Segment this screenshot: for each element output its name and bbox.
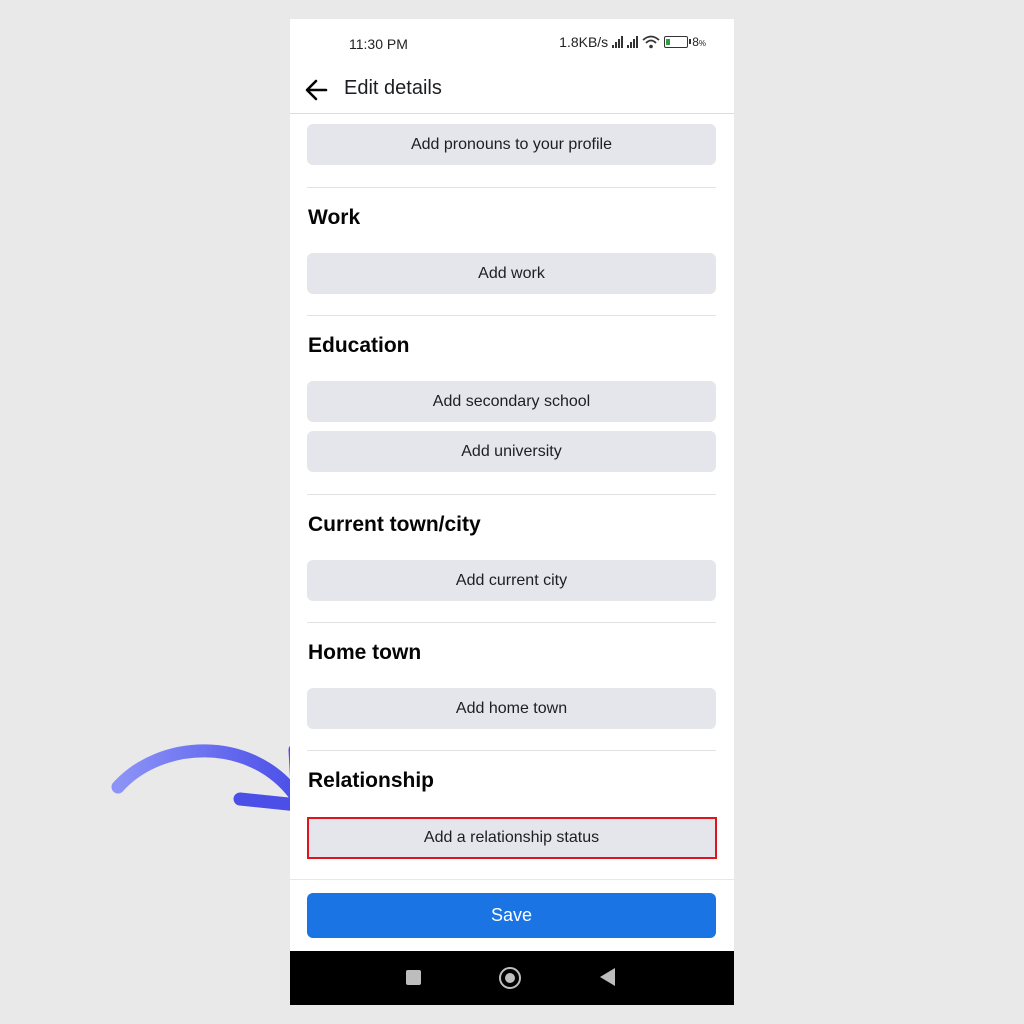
add-relationship-status-button[interactable]: Add a relationship status (307, 817, 716, 858)
divider (307, 187, 716, 188)
work-section-title: Work (308, 206, 361, 229)
home-town-section-title: Home town (308, 641, 422, 664)
save-button[interactable]: Save (307, 893, 716, 938)
battery-level: 8% (692, 35, 706, 49)
current-town-section-title: Current town/city (308, 513, 481, 536)
status-indicators: 1.8KB/s 8% (559, 34, 706, 50)
divider (307, 750, 716, 751)
nav-back-icon[interactable] (600, 968, 615, 986)
add-current-city-button[interactable]: Add current city (307, 560, 716, 601)
footer-divider (290, 879, 734, 880)
nav-recents-icon[interactable] (406, 970, 421, 985)
status-time: 11:30 PM (349, 36, 408, 52)
education-section-title: Education (308, 334, 410, 357)
add-secondary-school-button[interactable]: Add secondary school (307, 381, 716, 422)
relationship-section-title: Relationship (308, 769, 435, 792)
add-home-town-button[interactable]: Add home town (307, 688, 716, 729)
nav-home-icon[interactable] (499, 967, 521, 989)
phone-screen: 11:30 PM 1.8KB/s 8% Edit details Add pro… (290, 19, 734, 1005)
signal-icon (627, 36, 639, 48)
divider (307, 494, 716, 495)
status-bar: 11:30 PM 1.8KB/s 8% (290, 19, 734, 69)
wifi-icon (642, 35, 660, 49)
app-bar: Edit details (290, 69, 734, 114)
add-work-button[interactable]: Add work (307, 253, 716, 294)
add-university-button[interactable]: Add university (307, 431, 716, 472)
signal-icon (612, 36, 624, 48)
network-speed: 1.8KB/s (559, 34, 609, 50)
divider (307, 622, 716, 623)
system-nav-bar (290, 951, 734, 1005)
page-title: Edit details (344, 77, 442, 99)
back-arrow-icon[interactable] (302, 75, 332, 105)
add-pronouns-button[interactable]: Add pronouns to your profile (307, 124, 716, 165)
divider (307, 315, 716, 316)
battery-icon (664, 36, 692, 48)
